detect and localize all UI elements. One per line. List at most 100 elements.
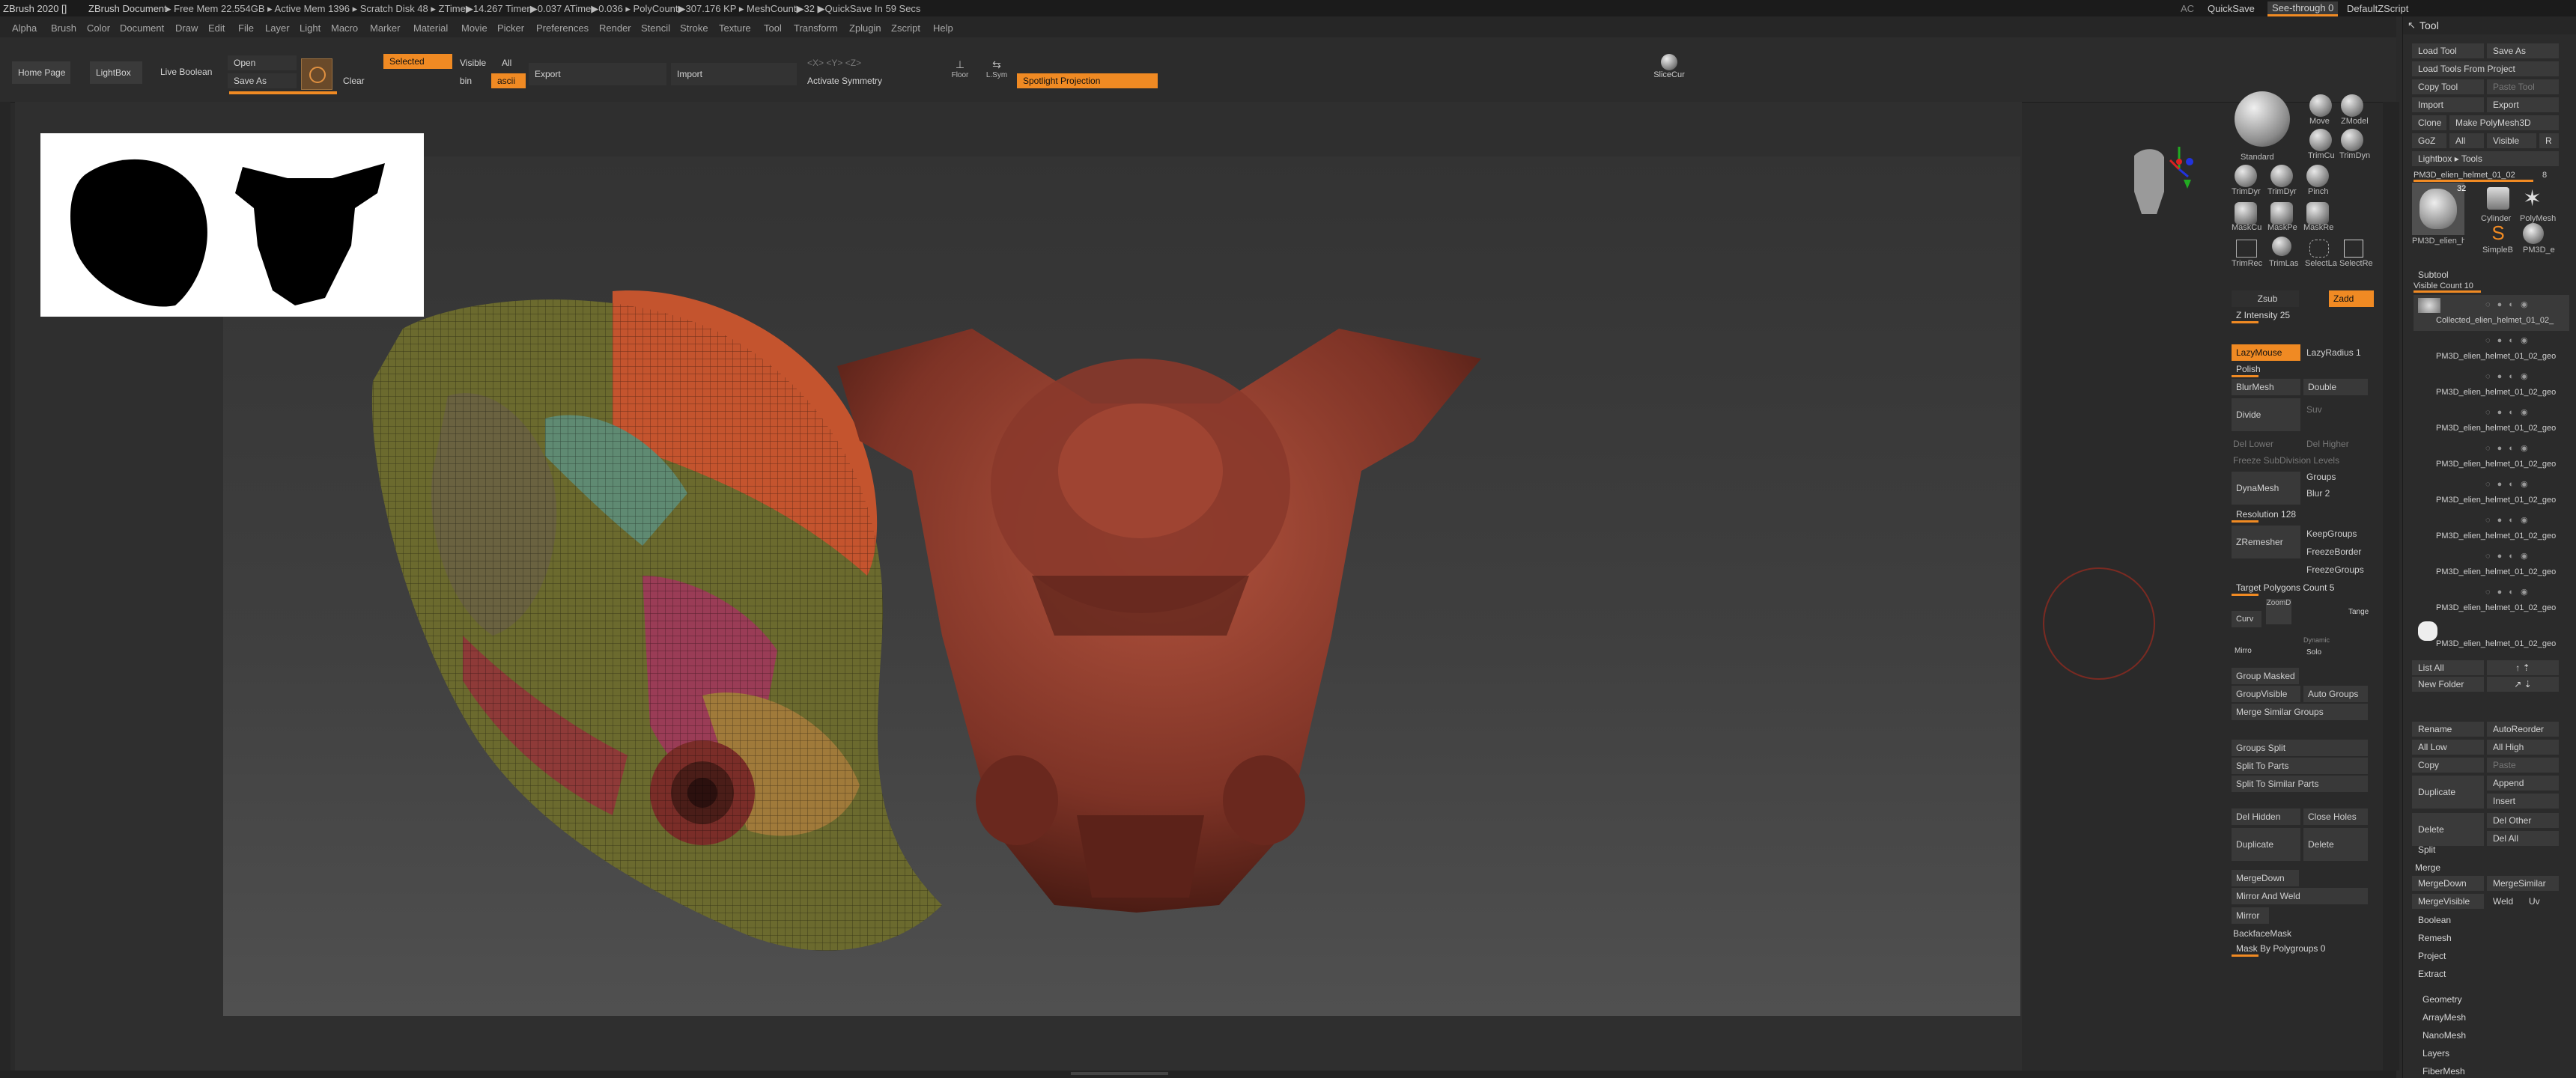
all-high-button[interactable]: All High [2487,740,2559,755]
bottom-tray[interactable] [0,1071,2396,1078]
blurmesh-button[interactable]: BlurMesh [2232,379,2300,395]
save-as-button[interactable]: Save As [228,73,297,88]
double-button[interactable]: Double [2303,379,2368,395]
goz-r-button[interactable]: R [2539,133,2559,148]
subtool-row[interactable]: ◌ ● ◐ ◉ PM3D_elien_helmet_01_02_geo [2414,331,2569,367]
selectrect-brush-icon[interactable] [2344,240,2363,258]
subtool-controls-icon[interactable]: ◌ ● ◐ ◉ [2485,371,2530,381]
goz-all-button[interactable]: All [2449,133,2484,148]
lazymouse-button[interactable]: LazyMouse [2232,344,2300,361]
see-through-slider[interactable]: See-through 0 [2267,1,2339,16]
paste-tool-button[interactable]: Paste Tool [2487,79,2559,94]
subtool-row[interactable]: ◌ ● ◐ ◉ PM3D_elien_helmet_01_02_geo [2414,475,2569,511]
subtool-controls-icon[interactable]: ◌ ● ◐ ◉ [2485,551,2530,561]
dynamesh-button[interactable]: DynaMesh [2232,472,2300,505]
subtool-row[interactable]: ◌ ● ◐ ◉ PM3D_elien_helmet_01_02_geo [2414,403,2569,439]
mirror-button[interactable]: Mirror [2232,907,2269,924]
subtool-row[interactable]: ◌ ● ◐ ◉ PM3D_elien_helmet_01_02_geo [2414,546,2569,582]
menu-material[interactable]: Material [413,22,448,34]
subtool-row[interactable]: ◌ ● ◐ ◉ PM3D_elien_helmet_01_02_geo [2414,582,2569,618]
load-tool-button[interactable]: Load Tool [2412,43,2484,58]
suv-toggle[interactable]: Suv [2306,404,2322,415]
move-brush-icon[interactable] [2309,94,2332,117]
menu-stroke[interactable]: Stroke [680,22,708,34]
trimdynamic-brush-icon[interactable] [2341,129,2363,151]
backface-mask-toggle[interactable]: BackfaceMask [2233,928,2291,939]
menu-macro[interactable]: Macro [331,22,358,34]
import-button[interactable]: Import [671,63,797,85]
geometry-section-header[interactable]: Geometry [2422,994,2462,1005]
clay-helmet-model[interactable] [837,329,1481,913]
pinch-brush-icon[interactable] [2306,165,2329,187]
live-boolean-button[interactable]: Live Boolean [154,64,217,79]
trimdynamic-brush-icon[interactable] [2270,165,2293,187]
fibermesh-section-header[interactable]: FiberMesh [2422,1066,2465,1077]
bin-button[interactable]: bin [454,73,491,88]
del-higher-button[interactable]: Del Higher [2306,439,2349,449]
subtool-controls-icon[interactable]: ◌ ● ◐ ◉ [2485,407,2530,417]
del-lower-button[interactable]: Del Lower [2233,439,2273,449]
zsub-button[interactable]: Zsub [2232,290,2299,307]
import-tool-button[interactable]: Import [2412,97,2484,112]
menu-edit[interactable]: Edit [208,22,225,34]
spotlight-projection-button[interactable]: Spotlight Projection [1017,73,1158,88]
axis-symmetry-selector[interactable]: <X> <Y> <Z> [801,55,906,70]
zmodeler-brush-icon[interactable] [2341,94,2363,117]
close-holes-button[interactable]: Close Holes [2303,808,2368,825]
del-all-button[interactable]: Del All [2487,831,2559,846]
selectlasso-brush-icon[interactable] [2309,240,2329,258]
keepgroups-toggle[interactable]: KeepGroups [2306,529,2357,539]
append-button[interactable]: Append [2487,776,2559,791]
list-all-button[interactable]: List All [2412,660,2484,675]
reorder-arrows-icon[interactable]: ↗ ⇣ [2487,677,2559,692]
visible-count-slider[interactable]: Visible Count 10 [2414,281,2481,293]
home-page-button[interactable]: Home Page [12,61,70,84]
duplicate-button[interactable]: Duplicate [2232,828,2300,861]
menu-picker[interactable]: Picker [497,22,524,34]
resolution-slider[interactable]: Resolution 128 [2232,506,2366,523]
goz-button[interactable]: GoZ [2412,133,2446,148]
autoreorder-button[interactable]: AutoReorder [2487,722,2559,737]
subtool-section-header[interactable]: Subtool [2418,270,2449,280]
new-folder-button[interactable]: New Folder [2412,677,2484,692]
uv-toggle[interactable]: Uv [2523,894,2559,909]
remesh-section-header[interactable]: Remesh [2418,933,2452,943]
merge-down-button[interactable]: MergeDown [2232,870,2299,886]
split-to-similar-parts-button[interactable]: Split To Similar Parts [2232,776,2368,792]
polish-slider[interactable]: Polish [2232,361,2366,377]
menu-document[interactable]: Document [120,22,164,34]
helmet-small-tool-icon[interactable] [2523,223,2544,244]
merge-visible-button[interactable]: MergeVisible [2412,894,2484,909]
export-button[interactable]: Export [529,63,666,85]
freezegroups-toggle[interactable]: FreezeGroups [2306,564,2364,575]
nanomesh-section-header[interactable]: NanoMesh [2422,1030,2466,1041]
cylinder-tool-icon[interactable] [2487,187,2509,210]
auto-groups-button[interactable]: Auto Groups [2303,686,2368,702]
trimlasso-brush-icon[interactable] [2272,237,2291,256]
split-to-parts-button[interactable]: Split To Parts [2232,758,2368,774]
clone-button[interactable]: Clone [2412,115,2446,130]
lightbox-tools-button[interactable]: Lightbox ▸ Tools [2412,151,2559,166]
slice-curve-button[interactable]: SliceCur [1650,54,1688,87]
merge-down-subtool-button[interactable]: MergeDown [2412,876,2484,891]
mirror-toggle[interactable]: Mirro [2235,647,2252,655]
split-section-header[interactable]: Split [2418,844,2435,855]
zadd-button[interactable]: Zadd [2329,290,2374,307]
menu-light[interactable]: Light [300,22,321,34]
menu-brush[interactable]: Brush [51,22,76,34]
all-button[interactable]: All [496,55,526,70]
insert-button[interactable]: Insert [2487,794,2559,808]
target-polygons-slider[interactable]: Target Polygons Count 5 [2232,579,2366,596]
freezeborder-toggle[interactable]: FreezeBorder [2306,546,2361,557]
blur-slider[interactable]: Blur 2 [2306,488,2330,499]
subtool-row[interactable]: ◌ ● ◐ ◉ PM3D_elien_helmet_01_02_geo [2414,439,2569,475]
arraymesh-section-header[interactable]: ArrayMesh [2422,1012,2466,1023]
mask-by-polygroups-slider[interactable]: Mask By Polygroups 0 [2232,940,2368,957]
merge-section-header[interactable]: Merge [2415,862,2440,873]
quicksave-button[interactable]: QuickSave [2208,3,2255,14]
delete-subtool-button[interactable]: Delete [2412,813,2484,846]
visible-button[interactable]: Visible [454,55,494,70]
menu-help[interactable]: Help [933,22,953,34]
move-arrows-icon[interactable]: ↑ ⇡ [2487,660,2559,675]
subtool-controls-icon[interactable]: ◌ ● ◐ ◉ [2485,335,2530,345]
